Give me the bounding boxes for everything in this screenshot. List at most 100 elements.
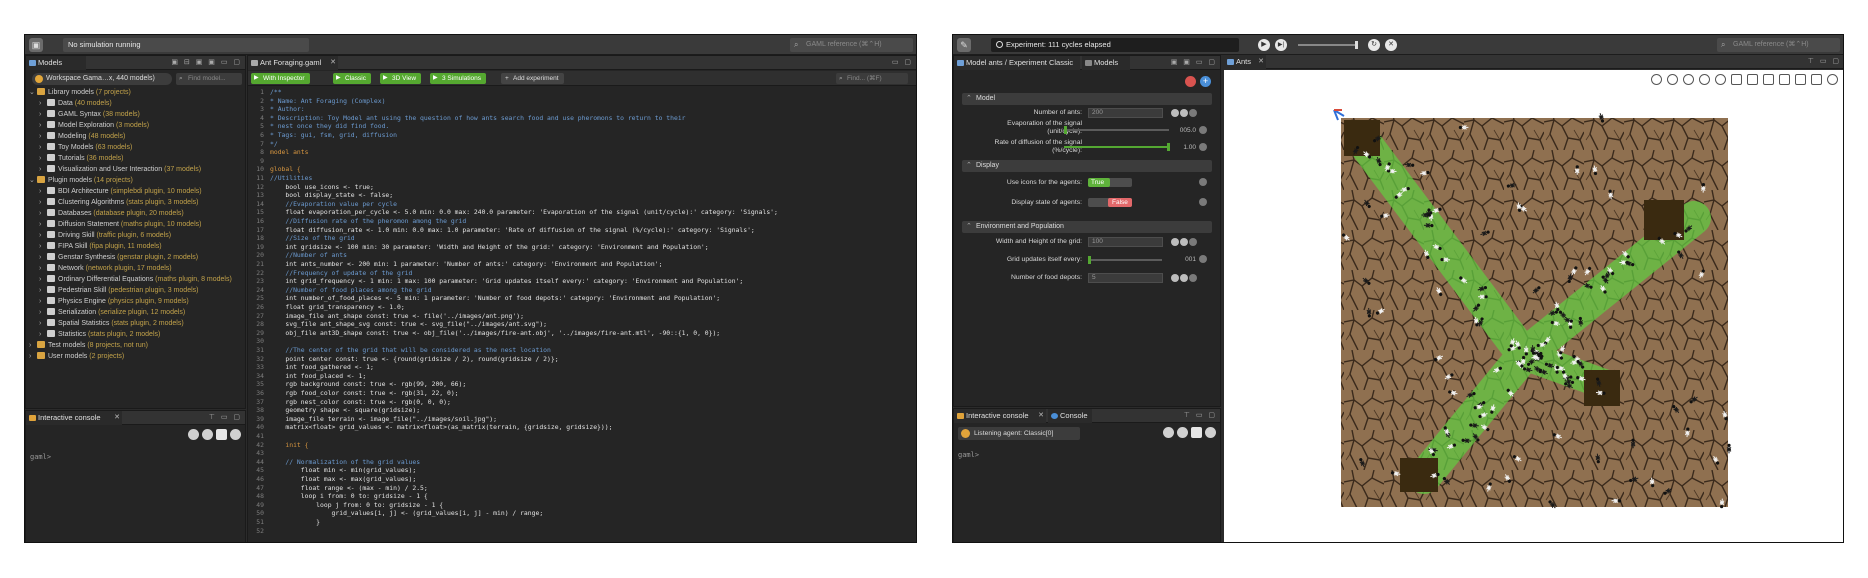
- revert-value-icon[interactable]: [1199, 126, 1207, 134]
- use-icons-toggle[interactable]: True: [1088, 178, 1132, 187]
- chevron-icon[interactable]: ›: [39, 98, 47, 109]
- tab-model-ants-experiment-classic[interactable]: Model ants / Experiment Classic: [954, 56, 1080, 70]
- find-model-input[interactable]: ⌕ Find model...: [176, 73, 242, 85]
- revert-icon[interactable]: [1185, 76, 1196, 87]
- section-environment[interactable]: Environment and Population: [962, 221, 1212, 233]
- console-prompt[interactable]: gaml>: [30, 453, 51, 461]
- close-icon[interactable]: ✕: [330, 56, 336, 70]
- chevron-icon[interactable]: ›: [39, 252, 47, 263]
- tree-item[interactable]: ⌄ Plugin models (14 projects): [29, 175, 133, 186]
- diffusion-reset[interactable]: [1199, 143, 1208, 153]
- tree-item[interactable]: › Serialization (serialize plugin, 12 mod…: [29, 307, 185, 318]
- chevron-icon[interactable]: ›: [39, 197, 47, 208]
- chevron-icon[interactable]: ›: [39, 131, 47, 142]
- stop-icon[interactable]: [1205, 427, 1216, 438]
- chevron-icon[interactable]: ›: [39, 230, 47, 241]
- experiment-button-3-simulations[interactable]: 3 Simulations: [430, 73, 487, 84]
- gaml-reference-search[interactable]: ⌕ GAML reference (⌘⌃H): [790, 38, 913, 52]
- step-button[interactable]: ▶|: [1275, 39, 1287, 51]
- number-of-ants-stepper[interactable]: [1171, 109, 1198, 119]
- pin-icon[interactable]: [1191, 427, 1202, 438]
- app-icon[interactable]: ▣: [29, 38, 43, 52]
- chevron-icon[interactable]: ›: [29, 351, 37, 362]
- tree-item[interactable]: › Model Exploration (3 models): [29, 120, 149, 131]
- chevron-icon[interactable]: ›: [39, 109, 47, 120]
- tab-interactive-console[interactable]: Interactive console ✕: [26, 411, 122, 425]
- chevron-icon[interactable]: ›: [39, 241, 47, 252]
- chevron-icon[interactable]: ›: [39, 285, 47, 296]
- tab-console[interactable]: Console: [1048, 409, 1092, 423]
- tree-item[interactable]: › Genstar Synthesis (genstar plugin, 2 mo…: [29, 252, 198, 263]
- panel-controls[interactable]: ▣ ▣ ▭ ▢: [1171, 58, 1217, 68]
- tree-item[interactable]: › Statistics (stats plugin, 2 models): [29, 329, 160, 340]
- ants-simulation-canvas[interactable]: [1224, 70, 1844, 543]
- add-parameter-icon[interactable]: +: [1200, 76, 1211, 87]
- chevron-icon[interactable]: ⌄: [29, 175, 37, 186]
- diffusion-slider[interactable]: [1064, 143, 1170, 151]
- tab-models[interactable]: Models: [1082, 56, 1130, 70]
- decrement-icon[interactable]: [1180, 109, 1188, 117]
- evaporation-reset[interactable]: [1199, 126, 1208, 136]
- grid-updates-slider[interactable]: [1088, 256, 1162, 264]
- tree-item[interactable]: › Driving Skill (traffic plugin, 6 models…: [29, 230, 171, 241]
- workspace-selector[interactable]: Workspace Gama…x, 440 models): [32, 73, 172, 85]
- gaml-reference-search[interactable]: ⌕ GAML reference (⌘⌃H): [1717, 38, 1840, 52]
- tree-item[interactable]: › GAML Syntax (38 models): [29, 109, 140, 120]
- simulation-display[interactable]: [1224, 70, 1844, 543]
- revert-value-icon[interactable]: [1199, 143, 1207, 151]
- speed-slider[interactable]: [1298, 41, 1358, 49]
- field-number-of-ants[interactable]: 200: [1088, 108, 1163, 118]
- tree-item[interactable]: › BDI Architecture (simplebdi plugin, 10 …: [29, 186, 202, 197]
- chevron-icon[interactable]: ›: [39, 307, 47, 318]
- tree-item[interactable]: › Modeling (48 models): [29, 131, 125, 142]
- chevron-icon[interactable]: ›: [39, 153, 47, 164]
- chevron-icon[interactable]: ›: [39, 263, 47, 274]
- code-editor[interactable]: 1 /** 2 * Name: Ant Foraging (Complex) 3 * Au…: [248, 88, 910, 542]
- experiment-button-with-inspector[interactable]: With Inspector: [251, 73, 310, 84]
- add-experiment-button[interactable]: Add experiment: [501, 73, 564, 84]
- grid-size-stepper[interactable]: [1171, 238, 1198, 248]
- speed-slider-knob[interactable]: [1355, 41, 1358, 49]
- tree-item[interactable]: › Data (40 models): [29, 98, 112, 109]
- chevron-icon[interactable]: ›: [39, 120, 47, 131]
- chevron-icon[interactable]: ›: [39, 329, 47, 340]
- close-icon[interactable]: ✕: [1258, 55, 1264, 69]
- tree-item[interactable]: › Spatial Statistics (stats plugin, 2 mod…: [29, 318, 184, 329]
- revert-value-icon[interactable]: [1199, 198, 1207, 206]
- experiment-button-3d-view[interactable]: 3D View: [380, 73, 422, 84]
- field-grid-size[interactable]: 100: [1088, 237, 1163, 247]
- evaporation-slider[interactable]: [1064, 126, 1169, 134]
- food-depots-stepper[interactable]: [1171, 274, 1198, 284]
- panel-controls[interactable]: ▭ ▢: [892, 58, 913, 68]
- tree-item[interactable]: › Pedestrian Skill (pedestrian plugin, 3 …: [29, 285, 198, 296]
- decrement-icon[interactable]: [1180, 238, 1188, 246]
- tree-item[interactable]: › Toy Models (63 models): [29, 142, 132, 153]
- diffusion-slider-knob[interactable]: [1167, 143, 1170, 151]
- pin-icon[interactable]: [216, 429, 227, 440]
- chevron-icon[interactable]: ›: [39, 219, 47, 230]
- panel-controls[interactable]: ⊤ ▭ ▢: [1808, 57, 1841, 67]
- tree-item[interactable]: › Ordinary Differential Equations (maths …: [29, 274, 232, 285]
- grid-updates-reset[interactable]: [1199, 255, 1208, 265]
- tree-item[interactable]: › FIPA Skill (fipa plugin, 11 models): [29, 241, 162, 252]
- evaporation-slider-knob[interactable]: [1064, 126, 1068, 134]
- stop-icon[interactable]: [230, 429, 241, 440]
- tree-item[interactable]: › User models (2 projects): [29, 351, 124, 362]
- tree-item[interactable]: › Diffusion Statement (maths plugin, 10 m…: [29, 219, 201, 230]
- close-icon[interactable]: ✕: [114, 411, 120, 425]
- chevron-icon[interactable]: ›: [39, 274, 47, 285]
- chevron-icon[interactable]: ⌄: [29, 87, 37, 98]
- increment-icon[interactable]: [1171, 274, 1179, 282]
- clear-icon[interactable]: [188, 429, 199, 440]
- use-icons-reset[interactable]: [1199, 178, 1208, 188]
- display-state-toggle[interactable]: False: [1088, 198, 1132, 207]
- field-food-depots[interactable]: 5: [1088, 273, 1163, 283]
- revert-value-icon[interactable]: [1199, 255, 1207, 263]
- tab-interactive-console[interactable]: Interactive console ✕: [954, 409, 1046, 423]
- section-model[interactable]: Model: [962, 93, 1212, 105]
- section-display[interactable]: Display: [962, 160, 1212, 172]
- tree-item[interactable]: › Databases (database plugin, 20 models): [29, 208, 184, 219]
- increment-icon[interactable]: [1171, 238, 1179, 246]
- tree-item[interactable]: ⌄ Library models (7 projects): [29, 87, 131, 98]
- tab-ant-foraging[interactable]: Ant Foraging.gaml ✕: [248, 56, 338, 70]
